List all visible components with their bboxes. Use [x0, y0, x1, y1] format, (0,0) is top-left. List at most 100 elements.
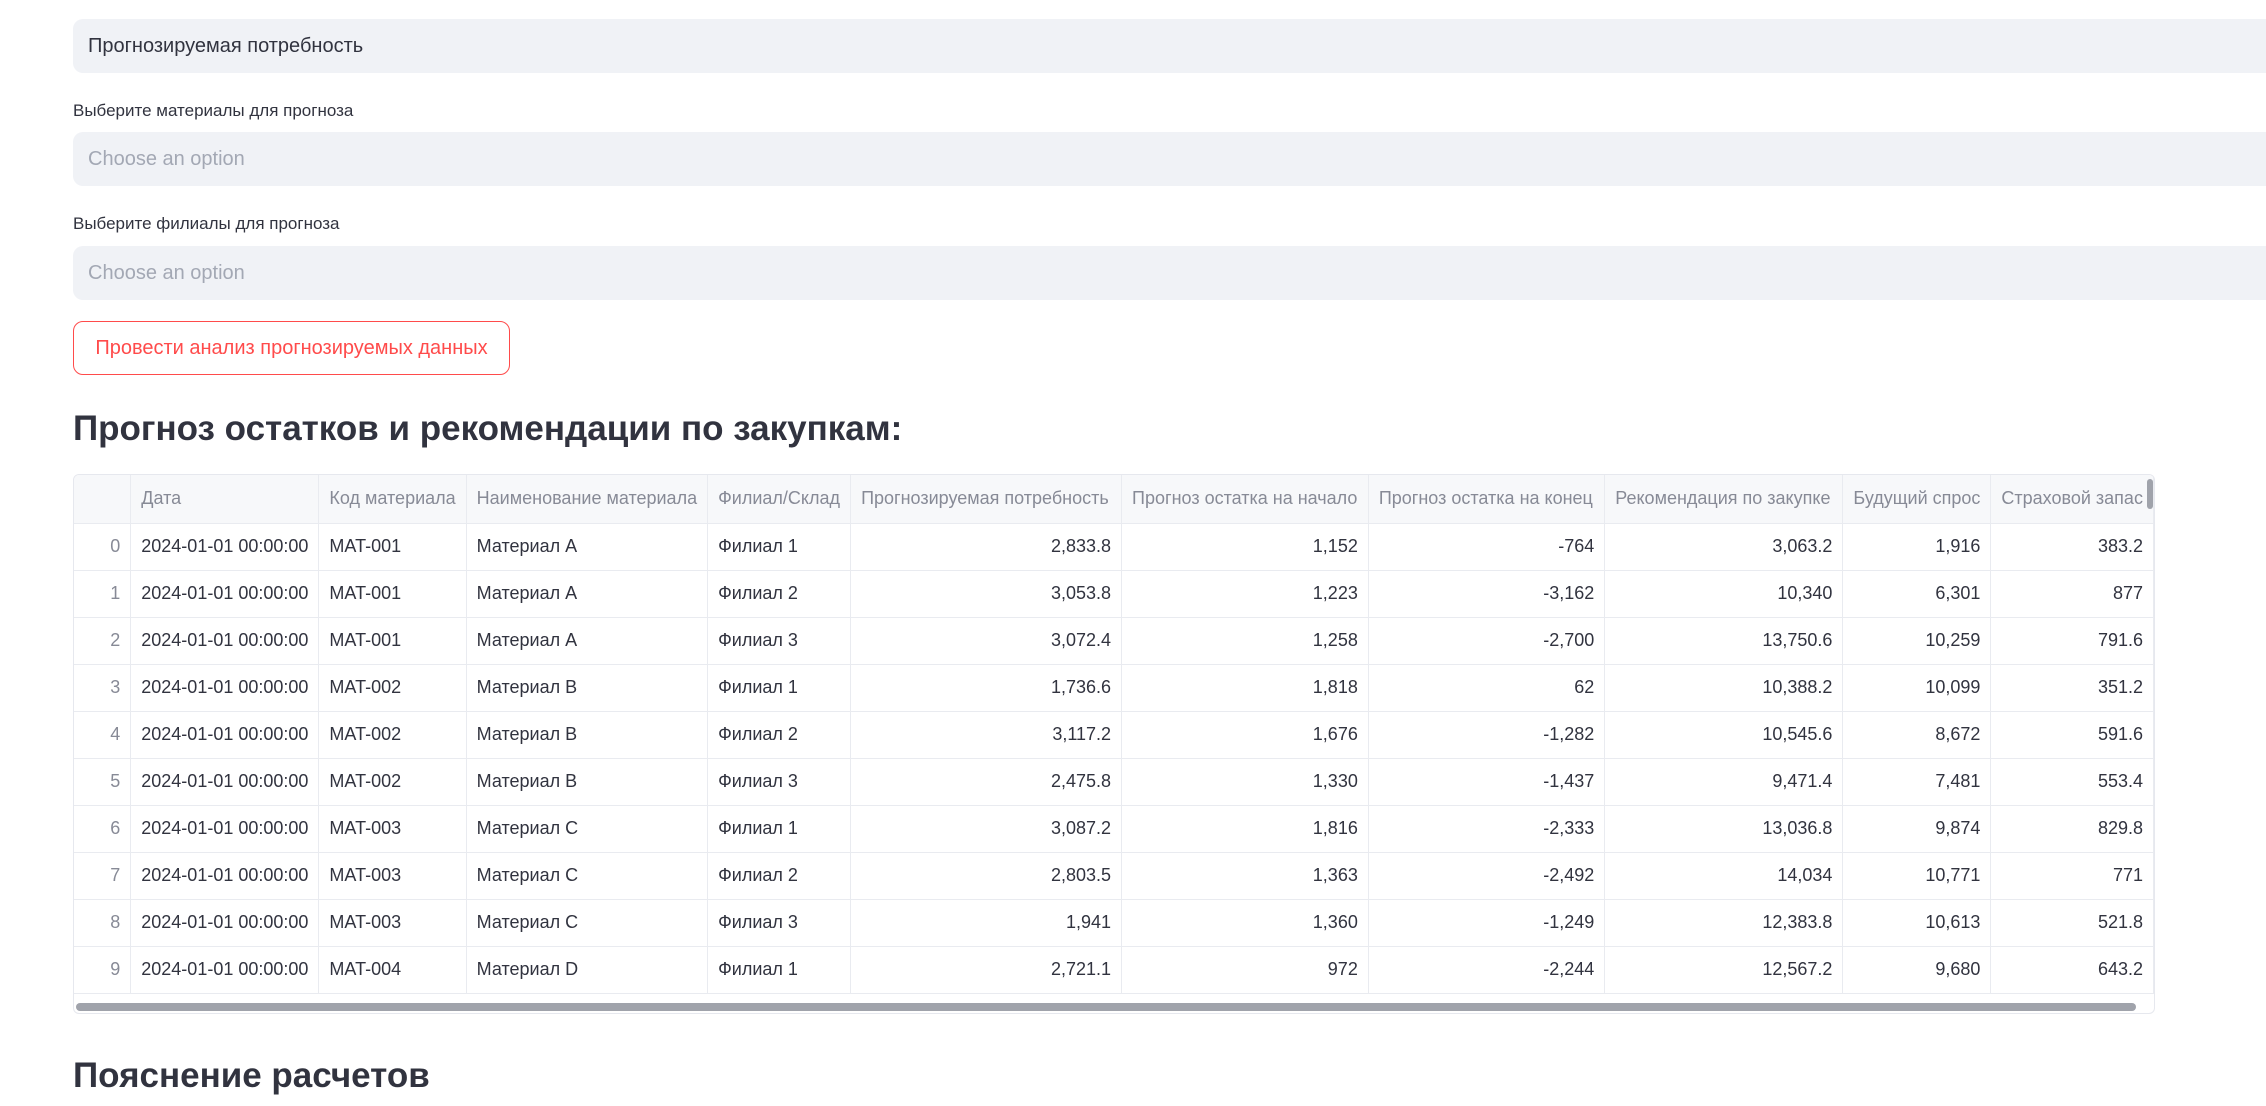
table-cell[interactable]: Филиал 2: [707, 711, 852, 759]
table-cell[interactable]: 8,672: [1842, 711, 1992, 759]
table-cell[interactable]: -2,700: [1368, 617, 1606, 665]
row-index[interactable]: 3: [74, 664, 132, 712]
column-header[interactable]: Наименование материала: [466, 475, 709, 524]
column-header[interactable]: Будущий спрос: [1842, 475, 1992, 524]
column-header[interactable]: Прогнозируемая потребность: [850, 475, 1123, 524]
table-cell[interactable]: 1,941: [850, 899, 1123, 947]
table-cell[interactable]: 2024-01-01 00:00:00: [130, 711, 320, 759]
table-cell[interactable]: 643.2: [1990, 946, 2154, 994]
table-cell[interactable]: -3,162: [1368, 570, 1606, 618]
table-cell[interactable]: 7,481: [1842, 758, 1992, 806]
table-cell[interactable]: 2024-01-01 00:00:00: [130, 852, 320, 900]
table-cell[interactable]: 591.6: [1990, 711, 2154, 759]
table-cell[interactable]: Материал A: [466, 617, 709, 665]
table-cell[interactable]: 1,360: [1121, 899, 1369, 947]
table-row[interactable]: 9 2024-01-01 00:00:00 MAT-004 Материал D Фил…: [74, 946, 2154, 994]
table-cell[interactable]: 2024-01-01 00:00:00: [130, 899, 320, 947]
table-row[interactable]: 5 2024-01-01 00:00:00 MAT-002 Материал B Фил…: [74, 758, 2154, 806]
table-cell[interactable]: Филиал 3: [707, 617, 852, 665]
table-cell[interactable]: 3,117.2: [850, 711, 1123, 759]
table-cell[interactable]: 3,087.2: [850, 805, 1123, 853]
table-cell[interactable]: 829.8: [1990, 805, 2154, 853]
table-cell[interactable]: Материал A: [466, 523, 709, 571]
table-row[interactable]: 7 2024-01-01 00:00:00 MAT-003 Материал C Фил…: [74, 852, 2154, 900]
table-cell[interactable]: -2,333: [1368, 805, 1606, 853]
column-header[interactable]: Рекомендация по закупке: [1604, 475, 1844, 524]
table-cell[interactable]: 3,053.8: [850, 570, 1123, 618]
horizontal-scrollbar[interactable]: [76, 1003, 2136, 1011]
table-cell[interactable]: 14,034: [1604, 852, 1844, 900]
row-index[interactable]: 9: [74, 946, 132, 994]
table-cell[interactable]: 13,036.8: [1604, 805, 1844, 853]
vertical-scrollbar[interactable]: [2147, 479, 2153, 509]
table-cell[interactable]: Материал C: [466, 852, 709, 900]
row-index[interactable]: 0: [74, 523, 132, 571]
row-index[interactable]: 5: [74, 758, 132, 806]
table-cell[interactable]: 12,567.2: [1604, 946, 1844, 994]
table-cell[interactable]: Филиал 3: [707, 758, 852, 806]
table-cell[interactable]: 771: [1990, 852, 2154, 900]
run-analysis-button[interactable]: Провести анализ прогнозируемых данных: [73, 321, 510, 375]
column-header[interactable]: Филиал/Склад: [707, 475, 852, 524]
table-cell[interactable]: 10,259: [1842, 617, 1992, 665]
table-cell[interactable]: 12,383.8: [1604, 899, 1844, 947]
table-cell[interactable]: 1,916: [1842, 523, 1992, 571]
table-cell[interactable]: Материал C: [466, 805, 709, 853]
column-header[interactable]: Прогноз остатка на начало: [1121, 475, 1369, 524]
table-cell[interactable]: Филиал 3: [707, 899, 852, 947]
table-row[interactable]: 3 2024-01-01 00:00:00 MAT-002 Материал B Фил…: [74, 664, 2154, 712]
table-cell[interactable]: 2024-01-01 00:00:00: [130, 758, 320, 806]
table-cell[interactable]: 553.4: [1990, 758, 2154, 806]
table-cell[interactable]: 1,223: [1121, 570, 1369, 618]
row-index[interactable]: 4: [74, 711, 132, 759]
table-cell[interactable]: 351.2: [1990, 664, 2154, 712]
table-cell[interactable]: 2024-01-01 00:00:00: [130, 523, 320, 571]
index-header[interactable]: [74, 475, 132, 524]
table-cell[interactable]: -1,282: [1368, 711, 1606, 759]
table-cell[interactable]: MAT-002: [318, 711, 467, 759]
column-header[interactable]: Прогноз остатка на конец: [1368, 475, 1606, 524]
table-cell[interactable]: MAT-003: [318, 899, 467, 947]
table-cell[interactable]: MAT-004: [318, 946, 467, 994]
column-header[interactable]: Дата: [130, 475, 320, 524]
table-cell[interactable]: MAT-001: [318, 570, 467, 618]
table-cell[interactable]: MAT-003: [318, 805, 467, 853]
table-cell[interactable]: 6,301: [1842, 570, 1992, 618]
table-cell[interactable]: 1,258: [1121, 617, 1369, 665]
table-row[interactable]: 1 2024-01-01 00:00:00 MAT-001 Материал A Фил…: [74, 570, 2154, 618]
table-row[interactable]: 0 2024-01-01 00:00:00 MAT-001 Материал A Фил…: [74, 523, 2154, 571]
table-cell[interactable]: MAT-001: [318, 523, 467, 571]
row-index[interactable]: 8: [74, 899, 132, 947]
table-cell[interactable]: 3,072.4: [850, 617, 1123, 665]
row-index[interactable]: 6: [74, 805, 132, 853]
table-cell[interactable]: 1,818: [1121, 664, 1369, 712]
table-cell[interactable]: 2024-01-01 00:00:00: [130, 617, 320, 665]
table-cell[interactable]: 1,330: [1121, 758, 1369, 806]
table-cell[interactable]: Материал D: [466, 946, 709, 994]
table-cell[interactable]: Филиал 1: [707, 523, 852, 571]
table-cell[interactable]: 10,613: [1842, 899, 1992, 947]
row-index[interactable]: 2: [74, 617, 132, 665]
table-cell[interactable]: Филиал 1: [707, 946, 852, 994]
table-row[interactable]: 6 2024-01-01 00:00:00 MAT-003 Материал C Фил…: [74, 805, 2154, 853]
table-cell[interactable]: 2,721.1: [850, 946, 1123, 994]
table-cell[interactable]: 10,340: [1604, 570, 1844, 618]
table-cell[interactable]: 1,363: [1121, 852, 1369, 900]
table-cell[interactable]: 877: [1990, 570, 2154, 618]
table-cell[interactable]: MAT-002: [318, 758, 467, 806]
row-index[interactable]: 7: [74, 852, 132, 900]
table-cell[interactable]: 9,471.4: [1604, 758, 1844, 806]
table-cell[interactable]: 1,816: [1121, 805, 1369, 853]
table-cell[interactable]: 62: [1368, 664, 1606, 712]
table-cell[interactable]: -1,437: [1368, 758, 1606, 806]
table-cell[interactable]: 383.2: [1990, 523, 2154, 571]
table-cell[interactable]: 9,680: [1842, 946, 1992, 994]
table-cell[interactable]: Материал B: [466, 664, 709, 712]
forecast-type-select[interactable]: Прогнозируемая потребность: [73, 19, 2266, 73]
table-row[interactable]: 2 2024-01-01 00:00:00 MAT-001 Материал A Фил…: [74, 617, 2154, 665]
table-cell[interactable]: 521.8: [1990, 899, 2154, 947]
table-cell[interactable]: 791.6: [1990, 617, 2154, 665]
table-cell[interactable]: 13,750.6: [1604, 617, 1844, 665]
row-index[interactable]: 1: [74, 570, 132, 618]
table-cell[interactable]: 972: [1121, 946, 1369, 994]
